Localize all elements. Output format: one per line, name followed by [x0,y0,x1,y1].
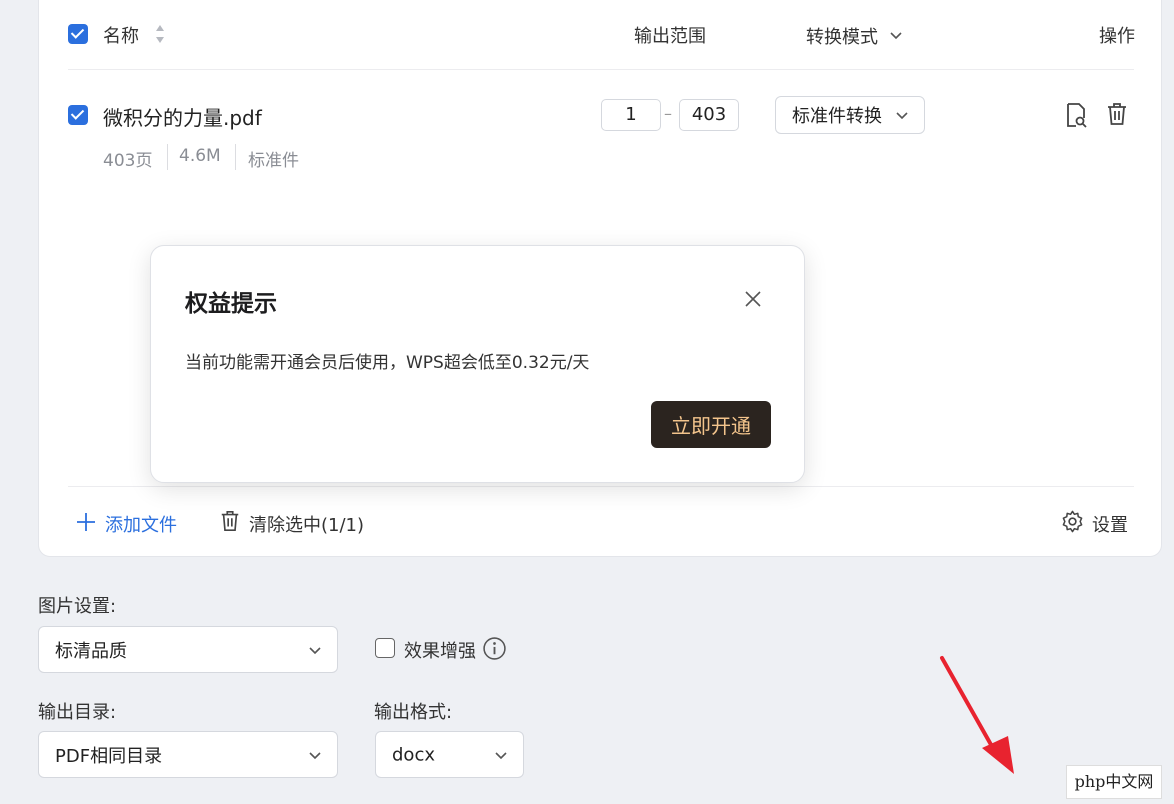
image-quality-select[interactable]: 标清品质 [38,626,338,673]
range-end-input[interactable]: 403 [679,99,739,131]
info-icon[interactable] [482,636,507,661]
chevron-down-icon[interactable] [888,27,904,43]
output-format-value: docx [392,744,435,765]
file-size: 4.6M [179,146,221,166]
meta-divider [167,144,168,170]
dialog-message: 当前功能需开通会员后使用，WPS超会低至0.32元/天 [185,353,590,373]
dialog-title: 权益提示 [185,291,277,317]
watermark-badge: php中文网 [1066,765,1162,799]
delete-icon[interactable] [1105,102,1129,126]
column-header-range: 输出范围 [634,26,706,47]
range-start-input[interactable]: 1 [601,99,661,131]
output-dir-value: PDF相同目录 [55,745,163,767]
settings-button[interactable]: 设置 [1092,511,1128,537]
footer-divider [68,486,1134,487]
chevron-down-icon [896,112,908,120]
image-quality-value: 标清品质 [55,640,127,662]
trash-icon[interactable] [219,510,241,532]
file-type: 标准件 [248,151,299,171]
plus-icon[interactable] [75,511,97,533]
meta-divider [235,144,236,170]
range-dash: – [664,104,672,123]
file-page-count: 403页 [103,151,153,171]
output-format-select[interactable]: docx [375,731,524,778]
preview-icon[interactable] [1064,102,1088,128]
column-header-name: 名称 [103,26,139,47]
convert-mode-value: 标准件转换 [792,106,882,127]
red-arrow-annotation [940,656,1014,774]
enhance-checkbox[interactable] [375,638,395,658]
output-dir-select[interactable]: PDF相同目录 [38,731,338,778]
membership-dialog: 权益提示 当前功能需开通会员后使用，WPS超会低至0.32元/天 立即开通 [150,245,805,483]
file-checkbox[interactable] [68,105,88,125]
output-dir-label: 输出目录: [38,702,117,723]
sort-icon[interactable] [154,22,166,46]
convert-mode-select[interactable]: 标准件转换 [775,96,925,134]
file-name: 微积分的力量.pdf [103,106,262,130]
output-format-label: 输出格式: [374,702,453,723]
enhance-label: 效果增强 [404,641,476,662]
subscribe-now-button[interactable]: 立即开通 [651,401,771,448]
close-icon[interactable] [743,289,763,309]
chevron-down-icon [495,751,507,759]
select-all-checkbox[interactable] [68,24,88,44]
clear-selected-button[interactable]: 清除选中(1/1) [249,511,364,537]
chevron-down-icon [309,646,321,654]
column-header-mode[interactable]: 转换模式 [806,23,878,49]
header-divider [68,69,1134,70]
chevron-down-icon [309,751,321,759]
add-file-button[interactable]: 添加文件 [105,511,177,537]
gear-icon[interactable] [1061,510,1084,533]
column-header-actions: 操作 [1099,26,1135,47]
image-settings-label: 图片设置: [38,596,117,617]
